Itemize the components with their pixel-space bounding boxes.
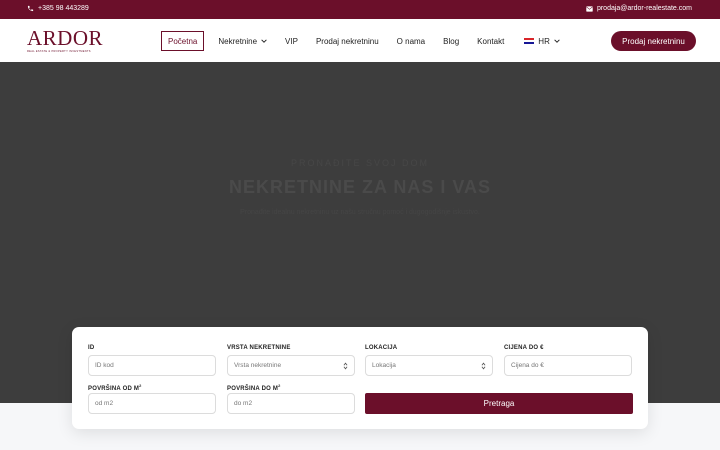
location-label: LOKACIJA (365, 345, 398, 351)
area-unit-superscript: 2 (278, 383, 281, 388)
nav-label: Kontakt (477, 36, 505, 46)
area-from-label-text: POVRŠINA OD M (88, 386, 140, 392)
site-logo[interactable]: ARDOR REAL ESTATE & PROPERTY INVESTMENTS (27, 26, 104, 54)
phone-number[interactable]: +385 98 443289 (38, 5, 89, 12)
chevron-down-icon (554, 39, 560, 43)
property-type-label: VRSTA NEKRETNINE (227, 345, 291, 351)
property-type-value: Vrsta nekretnine (234, 362, 282, 369)
logo-tagline: REAL ESTATE & PROPERTY INVESTMENTS (27, 50, 91, 53)
id-input[interactable] (88, 355, 216, 376)
property-search-form: ID VRSTA NEKRETNINE Vrsta nekretnine LOK… (72, 327, 648, 429)
price-input[interactable] (504, 355, 632, 376)
property-type-select[interactable]: Vrsta nekretnine (227, 355, 355, 376)
hero-subtitle: Pronađite idealnu nekretninu uz našu str… (240, 209, 480, 216)
envelope-icon (586, 5, 593, 12)
area-unit-superscript: 2 (139, 383, 142, 388)
area-from-input[interactable] (88, 393, 216, 414)
nav-item-prodaj-nekretninu[interactable]: Prodaj nekretninu (316, 31, 379, 51)
area-to-label-text: POVRŠINA DO M (227, 386, 279, 392)
chevron-down-icon (261, 39, 267, 43)
nav-item-o-nama[interactable]: O nama (397, 31, 425, 51)
main-navigation: Početna Nekretnine VIP Prodaj nekretninu… (161, 31, 560, 51)
language-label: HR (538, 36, 550, 46)
top-contact-bar: +385 98 443289 prodaja@ardor-realestate.… (0, 0, 720, 19)
nav-item-kontakt[interactable]: Kontakt (477, 31, 504, 51)
email-address[interactable]: prodaja@ardor-realestate.com (597, 5, 692, 12)
sell-property-button[interactable]: Prodaj nekretninu (611, 31, 696, 51)
language-switcher[interactable]: HR (524, 31, 560, 51)
nav-item-vip[interactable]: VIP (285, 31, 298, 51)
area-from-label: POVRŠINA OD M2 (88, 383, 142, 392)
nav-label: O nama (396, 36, 426, 46)
email-contact[interactable]: prodaja@ardor-realestate.com (586, 5, 692, 12)
hero-title: NEKRETNINE ZA NAS I VAS (228, 177, 492, 197)
nav-label: Nekretnine (218, 36, 258, 46)
updown-arrows-icon (343, 362, 348, 370)
phone-icon (27, 5, 34, 12)
nav-label: Blog (443, 36, 460, 46)
search-submit-button[interactable]: Pretraga (365, 393, 633, 414)
updown-arrows-icon (481, 362, 486, 370)
nav-label: VIP (285, 36, 298, 46)
croatia-flag-icon (524, 37, 535, 45)
phone-contact[interactable]: +385 98 443289 (27, 5, 89, 12)
price-label: CIJENA DO € (504, 345, 544, 351)
nav-label: Prodaj nekretninu (315, 36, 379, 46)
area-to-input[interactable] (227, 393, 355, 414)
nav-item-nekretnine[interactable]: Nekretnine (218, 31, 267, 51)
location-select[interactable]: Lokacija (365, 355, 493, 376)
nav-item-pocetna[interactable]: Početna (161, 31, 205, 51)
location-value: Lokacija (372, 362, 396, 369)
site-header: ARDOR REAL ESTATE & PROPERTY INVESTMENTS… (0, 19, 720, 62)
nav-label: Početna (168, 36, 198, 46)
logo-wordmark: ARDOR (27, 26, 104, 50)
nav-item-blog[interactable]: Blog (443, 31, 459, 51)
area-to-label: POVRŠINA DO M2 (227, 383, 281, 392)
id-label: ID (88, 345, 95, 351)
hero-eyebrow: PRONAĐITE SVOJ DOM (290, 158, 429, 168)
